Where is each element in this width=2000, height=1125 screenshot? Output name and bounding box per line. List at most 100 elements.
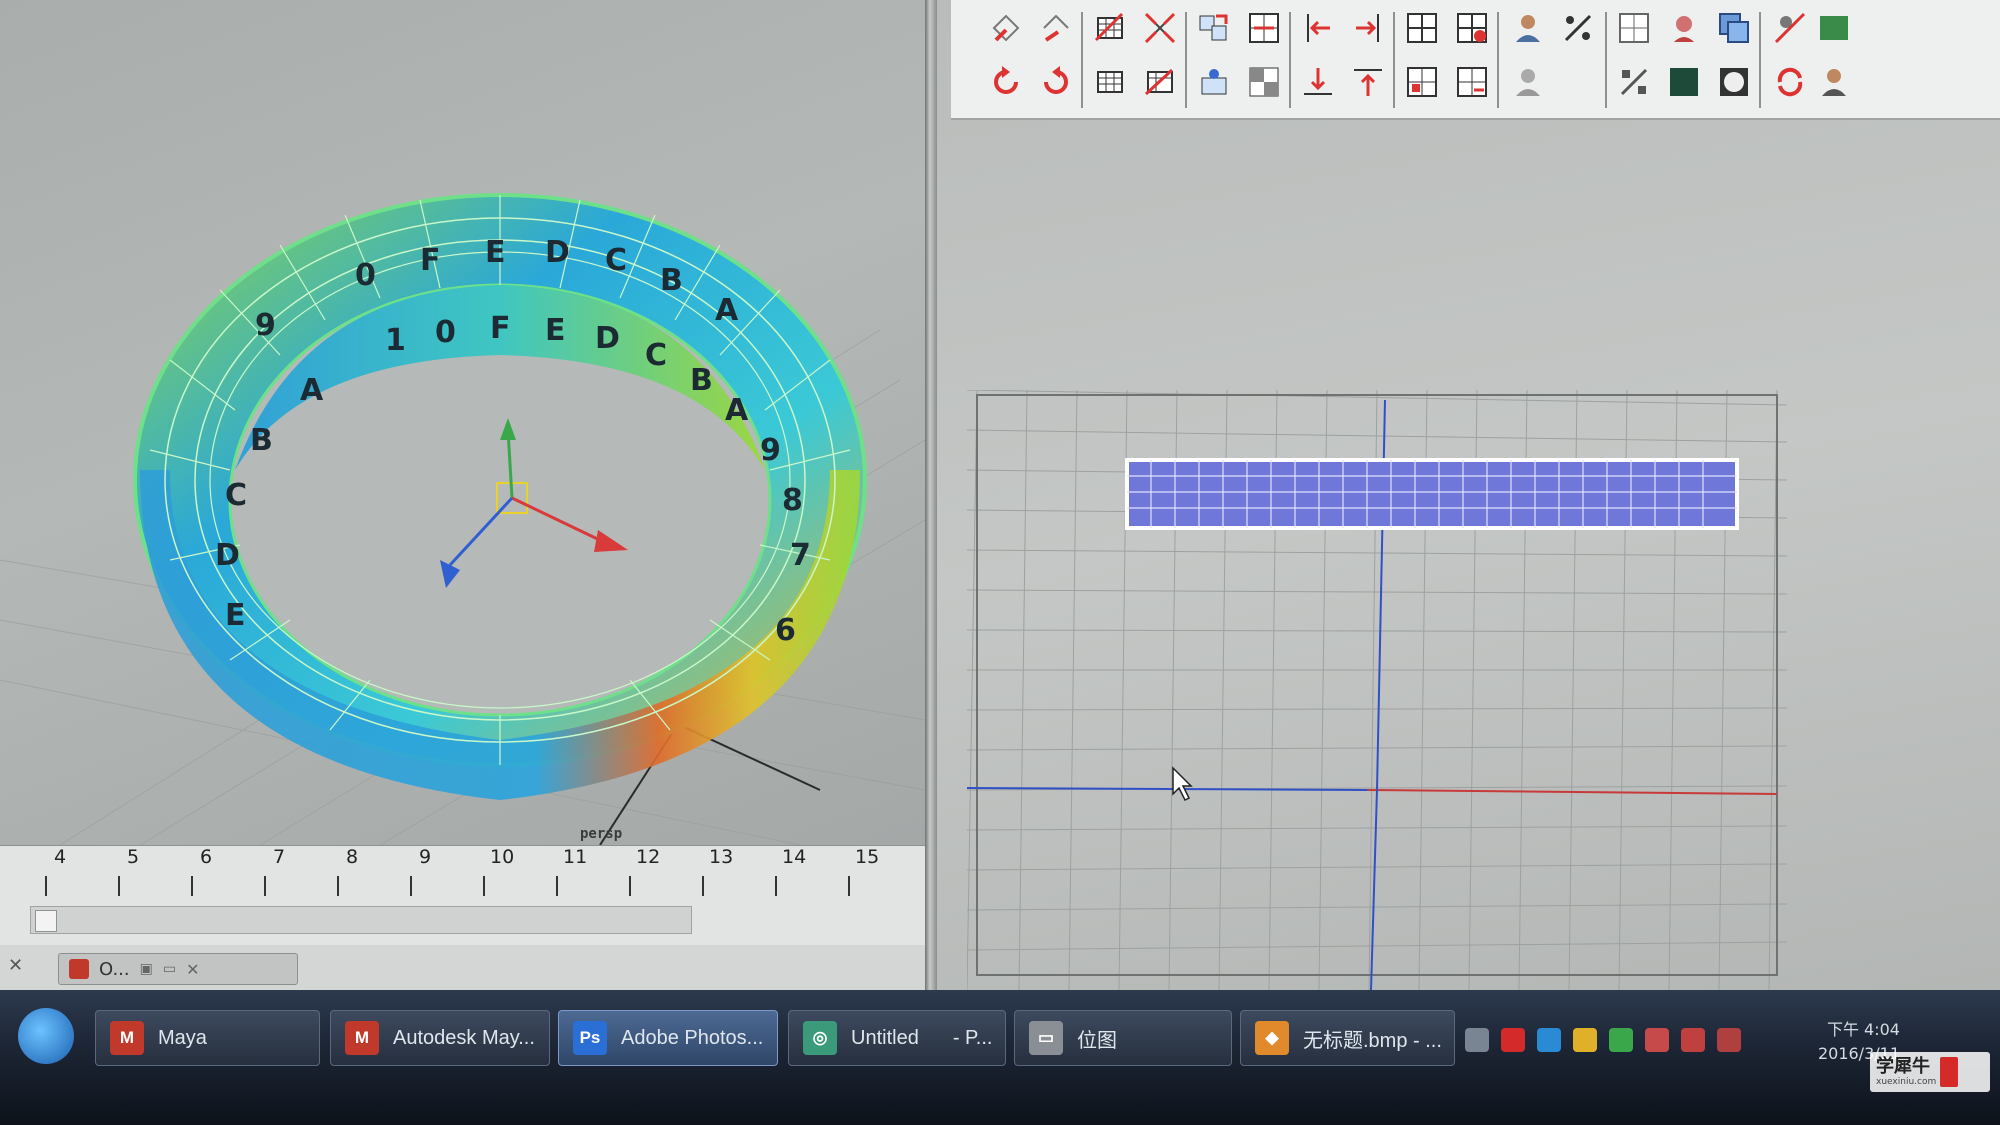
rotate-cw-icon[interactable]: [1035, 62, 1077, 102]
camera-label: persp: [580, 826, 622, 842]
maya-icon: M: [110, 1021, 144, 1055]
percent-toggle-icon[interactable]: [1557, 8, 1599, 48]
taskbar-item-bitmap-folder[interactable]: ▭ 位图: [1014, 1010, 1232, 1066]
minimized-window[interactable]: O... ▣ ▭ ✕: [58, 953, 298, 985]
perspective-viewport[interactable]: 0 F E D C B A 1 0 F E D C B A 9 A B C D …: [0, 0, 925, 845]
panel-divider[interactable]: [925, 0, 937, 990]
align-top-icon[interactable]: [1347, 62, 1389, 102]
restore-icon[interactable]: ▣: [140, 961, 153, 977]
minimized-windows-bar: ✕ O... ▣ ▭ ✕: [0, 945, 925, 990]
dim-image-icon[interactable]: [1663, 62, 1705, 102]
watermark-sub: xuexiniu.com: [1876, 1077, 1937, 1087]
tick-marks: [45, 876, 850, 896]
keyboard-icon[interactable]: [1465, 1028, 1489, 1052]
shaded-uv-icon[interactable]: [1713, 8, 1755, 48]
watermark-logo: 学犀牛 xuexiniu.com: [1870, 1052, 1990, 1092]
badge-icon: [1940, 1057, 1959, 1087]
smooth-uv-icon[interactable]: [1139, 62, 1181, 102]
grid-select-icon[interactable]: [1401, 62, 1443, 102]
range-slider-handle[interactable]: [35, 910, 57, 932]
watermark-text: 学犀牛: [1876, 1056, 1930, 1077]
grid-remove-icon[interactable]: [1451, 62, 1493, 102]
uv-letter: A: [300, 373, 324, 408]
uv-letter: C: [225, 478, 247, 513]
taskbar-item-label: 无标题.bmp - ...: [1303, 1029, 1442, 1052]
taskbar-item-label: Untitled: [851, 1026, 919, 1049]
taskbar-item-label: Adobe Photos...: [621, 1026, 764, 1049]
viewport-scene: 0 F E D C B A 1 0 F E D C B A 9 A B C D …: [0, 193, 925, 845]
uv-letter: B: [660, 263, 683, 298]
uv-letter: A: [725, 393, 749, 428]
paint-head-icon[interactable]: [1663, 8, 1705, 48]
autodesk-tray-icon[interactable]: [1537, 1028, 1561, 1052]
volume-muted-icon[interactable]: [1645, 1028, 1669, 1052]
percent-icon[interactable]: [1613, 62, 1655, 102]
network-icon[interactable]: [1717, 1028, 1741, 1052]
user-outline-icon[interactable]: [1507, 62, 1549, 102]
select-shell-icon[interactable]: [1193, 62, 1235, 102]
uv-letter: D: [215, 538, 240, 573]
sew-uv-icon[interactable]: [1243, 8, 1285, 48]
app-tray-icon[interactable]: [1501, 1028, 1525, 1052]
flip-u-icon[interactable]: [985, 8, 1027, 48]
paint-icon: ◆: [1255, 1021, 1289, 1055]
align-right-icon[interactable]: [1347, 8, 1389, 48]
uv-letter: F: [420, 243, 441, 278]
uv-grid-canvas: [966, 389, 1788, 990]
timeline-ticks: 4 5 6 7 8 9 10 11 12 13 14 15: [0, 846, 925, 901]
grid-uv-icon[interactable]: [1401, 8, 1443, 48]
uv-letter: 0: [435, 315, 456, 350]
filter-circle-icon[interactable]: [1713, 62, 1755, 102]
rotate-ccw-icon[interactable]: [985, 62, 1027, 102]
image-toggle-icon[interactable]: [1813, 8, 1855, 48]
uv-texture-editor[interactable]: [937, 0, 2000, 990]
close-icon[interactable]: ✕: [8, 955, 23, 976]
align-bottom-icon[interactable]: [1297, 62, 1339, 102]
maya-icon: [69, 959, 89, 979]
grid-add-icon[interactable]: [1451, 8, 1493, 48]
uv-letter: B: [690, 363, 713, 398]
cut-uv-icon[interactable]: [1193, 8, 1235, 48]
layout-uv-icon[interactable]: [1139, 8, 1181, 48]
close-icon[interactable]: ✕: [186, 960, 199, 979]
taskbar-item-paint[interactable]: ◆ 无标题.bmp - ...: [1240, 1010, 1455, 1066]
v-axis-negative: [1370, 789, 1378, 990]
color-tray-icon[interactable]: [1573, 1028, 1597, 1052]
uv-letter: 8: [782, 483, 803, 518]
clock-time: 下午 4:04: [1826, 1020, 1900, 1039]
uv-letter: F: [490, 311, 511, 346]
uv-letter: 0: [355, 258, 376, 293]
person-icon[interactable]: [1813, 62, 1855, 102]
minimized-window-label: O...: [99, 958, 130, 980]
texture-borders-icon[interactable]: [1769, 8, 1811, 48]
relax-uv-icon[interactable]: [1089, 62, 1131, 102]
taskbar: M Maya M Autodesk May... Ps Adobe Photos…: [0, 990, 2000, 1125]
checker-icon[interactable]: [1243, 62, 1285, 102]
uv-letter: D: [595, 321, 620, 356]
taskbar-item-photoshop[interactable]: Ps Adobe Photos...: [558, 1010, 778, 1066]
uv-shell[interactable]: [1125, 458, 1739, 530]
start-button[interactable]: [18, 1008, 74, 1064]
display-grid-icon[interactable]: [1613, 8, 1655, 48]
range-slider[interactable]: [30, 906, 692, 934]
maximize-icon[interactable]: ▭: [163, 961, 176, 977]
taskbar-item-autodesk-maya[interactable]: M Autodesk May...: [330, 1010, 550, 1066]
flip-v-icon[interactable]: [1035, 8, 1077, 48]
uv-letter: C: [605, 243, 627, 278]
taskbar-item-maya[interactable]: M Maya: [95, 1010, 320, 1066]
maya-icon: M: [345, 1021, 379, 1055]
refresh-icon[interactable]: [1769, 62, 1811, 102]
taskbar-item-untitled[interactable]: ◎ Untitled - P...: [788, 1010, 1006, 1066]
uv-letter: E: [545, 313, 566, 348]
drive-icon: ▭: [1029, 1021, 1063, 1055]
user-icon[interactable]: [1507, 8, 1549, 48]
uv-letter: B: [250, 423, 273, 458]
photoshop-icon: Ps: [573, 1021, 607, 1055]
uv-grid[interactable]: [966, 389, 1788, 990]
flag-icon[interactable]: [1681, 1028, 1705, 1052]
shield-icon[interactable]: [1609, 1028, 1633, 1052]
uv-toolbar: [951, 0, 2000, 120]
unfold-icon[interactable]: [1089, 8, 1131, 48]
align-left-icon[interactable]: [1297, 8, 1339, 48]
time-slider[interactable]: 4 5 6 7 8 9 10 11 12 13 14 15: [0, 845, 925, 946]
